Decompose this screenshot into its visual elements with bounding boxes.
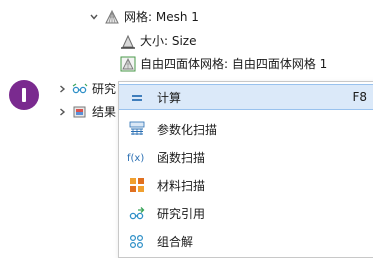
- material-sweep-icon: [129, 177, 145, 193]
- tree-label: 大小: Size: [140, 34, 197, 48]
- menu-item-label: 研究引用: [157, 206, 206, 221]
- menu-item-material-sweep[interactable]: 材料扫描: [119, 172, 373, 198]
- tree-node-study[interactable]: 研究: [56, 80, 116, 97]
- menu-item-function-sweep[interactable]: f(x) 函数扫描: [119, 144, 373, 170]
- menu-item-label: 计算: [157, 90, 182, 105]
- tree-label: 自由四面体网格: 自由四面体网格 1: [140, 57, 328, 71]
- menu-item-compute[interactable]: 计算 F8: [119, 84, 373, 110]
- tree-node-size[interactable]: 大小: Size: [120, 32, 197, 49]
- chevron-down-icon[interactable]: [88, 11, 100, 23]
- svg-text:f(x): f(x): [127, 153, 144, 164]
- shortcut-label: F8: [352, 90, 367, 104]
- tree-node-results[interactable]: 结果: [56, 103, 116, 120]
- mesh-icon: [104, 9, 120, 25]
- study-icon: [72, 81, 88, 97]
- menu-item-label: 函数扫描: [157, 150, 206, 165]
- menu-item-study-reference[interactable]: 研究引用: [119, 200, 373, 226]
- avatar: [9, 80, 39, 110]
- tree-label: 结果: [92, 105, 117, 119]
- tree-node-free-tetrahedral[interactable]: 自由四面体网格: 自由四面体网格 1: [120, 55, 327, 72]
- results-icon: [72, 104, 88, 120]
- menu-item-label: 参数化扫描: [157, 122, 218, 137]
- tetrahedral-mesh-icon: [120, 56, 136, 72]
- menu-item-parametric-sweep[interactable]: 参数化扫描: [119, 116, 373, 142]
- function-sweep-icon: f(x): [127, 149, 147, 165]
- size-icon: [120, 33, 136, 49]
- chevron-right-icon[interactable]: [56, 83, 68, 95]
- menu-item-label: 材料扫描: [157, 178, 206, 193]
- tree-label: 研究: [92, 82, 117, 96]
- study-reference-icon: [129, 205, 145, 221]
- equals-icon: [129, 90, 145, 106]
- combine-solutions-icon: [129, 233, 145, 249]
- context-menu: 计算 F8 参数化扫描 f(x) 函数扫描 材料扫描 研究引用 组合解: [118, 81, 373, 258]
- menu-item-combine-solutions[interactable]: 组合解: [119, 228, 373, 254]
- menu-item-label: 组合解: [157, 234, 194, 249]
- tree-label: 网格: Mesh 1: [124, 10, 199, 24]
- parametric-sweep-icon: [129, 121, 145, 137]
- tree-node-mesh[interactable]: 网格: Mesh 1: [88, 8, 199, 25]
- chevron-right-icon[interactable]: [56, 106, 68, 118]
